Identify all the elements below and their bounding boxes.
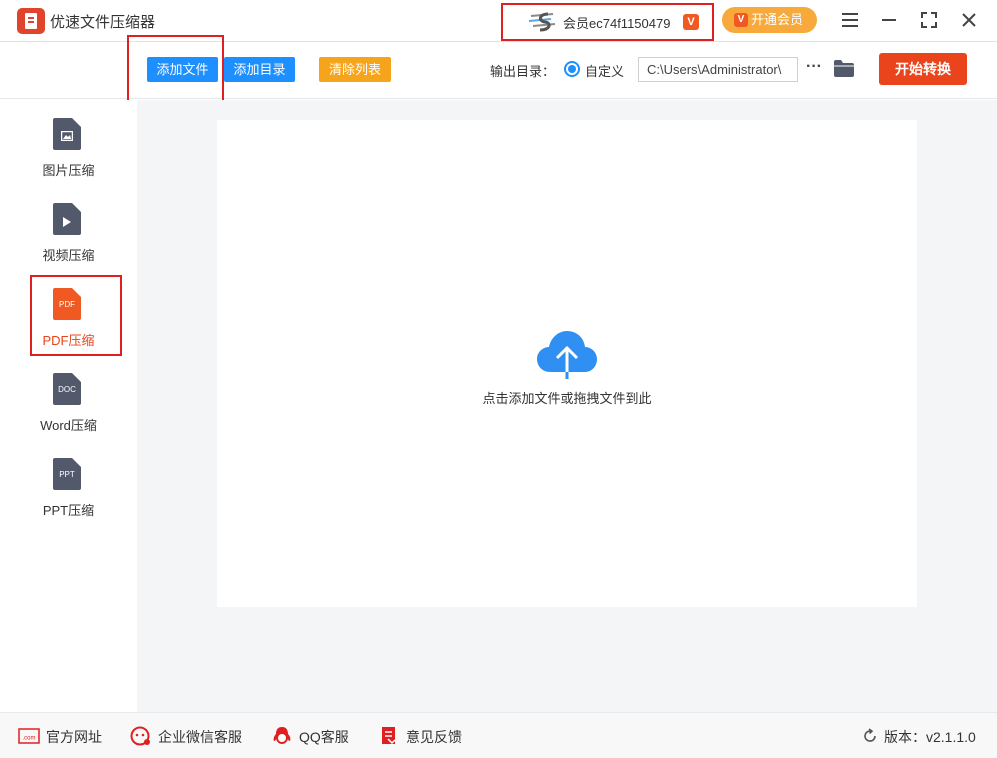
toolbar: 添加文件 添加目录 清除列表 输出目录： 自定义 ··· 开始转换	[0, 35, 997, 102]
folder-icon[interactable]	[834, 60, 854, 77]
wechat-label: 企业微信客服	[158, 729, 242, 745]
refresh-icon	[864, 728, 876, 742]
website-icon: .com	[18, 728, 40, 744]
website-link[interactable]: .com 官方网址	[18, 726, 104, 746]
ppt-file-icon: PPT	[53, 458, 81, 490]
custom-radio[interactable]	[564, 61, 580, 77]
doc-file-icon: DOC	[53, 373, 81, 405]
vip-icon: V	[734, 13, 748, 27]
close-icon	[962, 13, 976, 27]
member-avatar-icon	[528, 12, 556, 32]
drop-hint-text: 点击添加文件或拖拽文件到此	[482, 391, 652, 406]
vip-badge-icon: V	[683, 14, 699, 30]
image-file-icon	[53, 118, 81, 150]
open-vip-button[interactable]: V 开通会员	[722, 7, 817, 33]
pdf-item-highlight	[30, 275, 122, 356]
cloud-upload-icon	[537, 331, 597, 379]
svg-text:.com: .com	[22, 736, 35, 742]
maximize-button[interactable]	[916, 8, 942, 32]
app-title: 优速文件压缩器	[50, 14, 156, 31]
more-options-button[interactable]: ···	[804, 57, 824, 81]
main-panel: 点击添加文件或拖拽文件到此	[137, 100, 997, 712]
member-info-highlight[interactable]: 会员ec74f1150479 V	[501, 3, 714, 41]
feedback-link[interactable]: 意见反馈	[378, 726, 466, 746]
app-logo-icon	[17, 8, 45, 34]
minimize-icon	[882, 19, 896, 21]
clear-list-button[interactable]: 清除列表	[319, 57, 391, 82]
start-convert-button[interactable]: 开始转换	[879, 53, 967, 85]
member-id-label: 会员ec74f1150479	[563, 16, 671, 31]
qq-service-link[interactable]: QQ客服	[271, 726, 355, 746]
file-drop-zone[interactable]: 点击添加文件或拖拽文件到此	[217, 120, 917, 607]
video-file-icon	[53, 203, 81, 235]
custom-radio-label[interactable]: 自定义	[585, 61, 624, 80]
close-button[interactable]	[956, 8, 982, 32]
minimize-button[interactable]	[876, 8, 902, 32]
feedback-label: 意见反馈	[406, 729, 462, 745]
add-directory-button[interactable]: 添加目录	[224, 57, 295, 82]
website-label: 官方网址	[46, 729, 102, 745]
qq-label: QQ客服	[299, 729, 349, 745]
add-file-highlight	[127, 35, 224, 102]
footer: .com 官方网址 企业微信客服 QQ客服 意见反馈 版本：v2.1.1.0	[0, 712, 997, 758]
sidebar-item-label: Word压缩	[40, 418, 97, 433]
menu-button[interactable]	[837, 8, 863, 32]
feedback-icon	[382, 727, 396, 745]
sidebar-item-label: PPT压缩	[42, 503, 95, 518]
sidebar-item-ppt[interactable]: PPT PPT压缩	[0, 440, 137, 520]
output-path-input[interactable]	[638, 57, 798, 82]
menu-icon	[842, 13, 858, 15]
version-label: 版本：v2.1.1.0	[884, 729, 976, 745]
open-vip-label: 开通会员	[751, 12, 804, 27]
sidebar-item-image[interactable]: 图片压缩	[0, 100, 137, 180]
sidebar-item-video[interactable]: 视频压缩	[0, 185, 137, 265]
wechat-service-link[interactable]: 企业微信客服	[130, 726, 246, 746]
sidebar-item-word[interactable]: DOC Word压缩	[0, 355, 137, 435]
fullscreen-icon	[921, 12, 937, 28]
sidebar: 图片压缩 视频压缩 PDF PDF压缩 DOC Word压缩 PPT PPT压缩	[0, 100, 137, 712]
sidebar-item-label: 视频压缩	[42, 248, 95, 263]
output-dir-label: 输出目录：	[490, 64, 556, 79]
qq-icon	[273, 727, 291, 744]
sidebar-item-label: 图片压缩	[42, 163, 95, 178]
wechat-icon	[130, 726, 150, 746]
